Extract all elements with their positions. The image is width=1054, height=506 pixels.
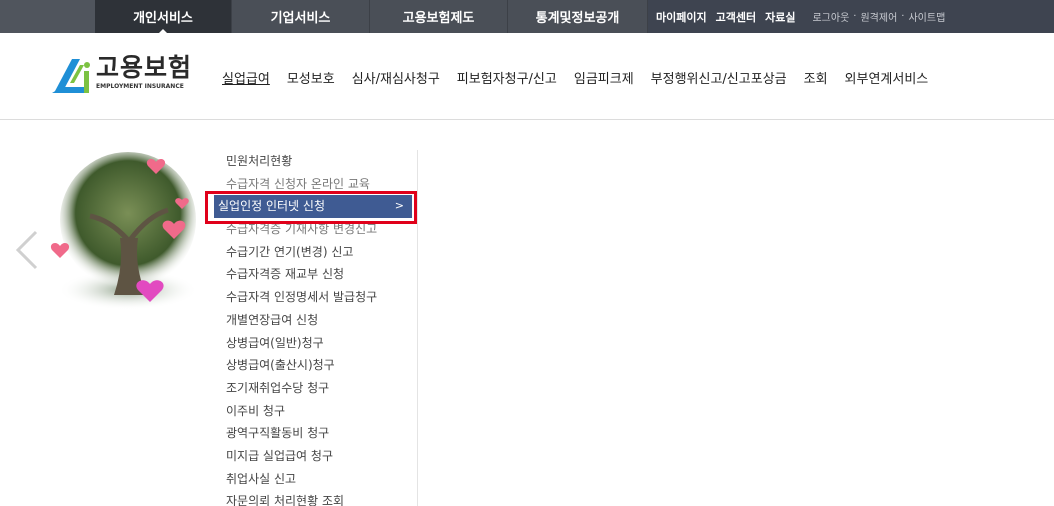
nav-insured-claims[interactable]: 피보험자청구/신고 [457,68,557,87]
sitemap-link[interactable]: 사이트맵 [908,9,945,24]
util-separator: · [853,11,857,22]
submenu-item[interactable]: 이주비 청구 [226,400,416,423]
submenu-item[interactable]: 수급자격증 재교부 신청 [226,263,416,286]
logo-name-english: EMPLOYMENT INSURANCE [96,83,184,90]
site-logo[interactable]: 고용보험 EMPLOYMENT INSURANCE [50,53,200,103]
logo-mark-icon [50,53,92,97]
tree-illustration [50,150,202,310]
resources-link[interactable]: 자료실 [765,9,795,25]
submenu-item[interactable]: 광역구직활동비 청구 [226,422,416,445]
submenu-item[interactable]: 미지급 실업급여 청구 [226,445,416,468]
nav-wage-peak[interactable]: 임금피크제 [574,68,634,87]
tab-business-services[interactable]: 기업서비스 [232,0,370,33]
submenu-item[interactable]: 수급기간 연기(변경) 신고 [226,241,416,264]
logo-name-korean: 고용보험 [96,53,193,82]
customer-center-link[interactable]: 고객센터 [716,9,756,25]
submenu-item[interactable]: 자문의뢰 처리현황 조회 [226,490,416,506]
util-separator: · [901,11,905,22]
submenu-item[interactable]: 민원처리현황 [226,150,416,173]
site-header: 고용보험 EMPLOYMENT INSURANCE 실업급여 모성보호 심사/재… [0,33,1054,120]
submenu-item[interactable]: 상병급여(일반)청구 [226,332,416,355]
top-bar: 개인서비스 기업서비스 고용보험제도 통계및정보공개 마이페이지 고객센터 자료… [0,0,1054,34]
submenu-item[interactable]: 취업사실 신고 [226,468,416,491]
submenu-item[interactable]: 수급자격 인정명세서 발급청구 [226,286,416,309]
utility-nav: 마이페이지 고객센터 자료실 로그아웃 · 원격제어 · 사이트맵 [648,0,1054,33]
submenu-item[interactable]: 상병급여(출산시)청구 [226,354,416,377]
remote-control-link[interactable]: 원격제어 [860,9,897,24]
top-nav: 개인서비스 기업서비스 고용보험제도 통계및정보공개 [95,0,648,34]
nav-fraud-report[interactable]: 부정행위신고/신고포상금 [651,68,787,87]
mypage-link[interactable]: 마이페이지 [656,9,707,25]
nav-appeal[interactable]: 심사/재심사청구 [352,68,440,87]
nav-unemployment-benefits[interactable]: 실업급여 [222,68,270,87]
logout-link[interactable]: 로그아웃 [812,9,849,24]
nav-inquiry[interactable]: 조회 [804,68,828,87]
tab-statistics[interactable]: 통계및정보공개 [508,0,648,33]
nav-maternity-protection[interactable]: 모성보호 [287,68,335,87]
tab-insurance-system[interactable]: 고용보험제도 [370,0,508,33]
submenu-item[interactable]: 개별연장급여 신청 [226,309,416,332]
submenu-divider [417,150,418,506]
logo-text: 고용보험 EMPLOYMENT INSURANCE [96,53,192,91]
carousel-prev-arrow-icon[interactable] [12,228,44,272]
nav-external-services[interactable]: 외부연계서비스 [845,68,929,87]
top-bar-left-gap [0,0,95,33]
submenu-item[interactable]: 조기재취업수당 청구 [226,377,416,400]
tab-personal-services[interactable]: 개인서비스 [95,0,232,34]
main-nav: 실업급여 모성보호 심사/재심사청구 피보험자청구/신고 임금피크제 부정행위신… [222,67,945,87]
highlight-box [205,191,417,224]
